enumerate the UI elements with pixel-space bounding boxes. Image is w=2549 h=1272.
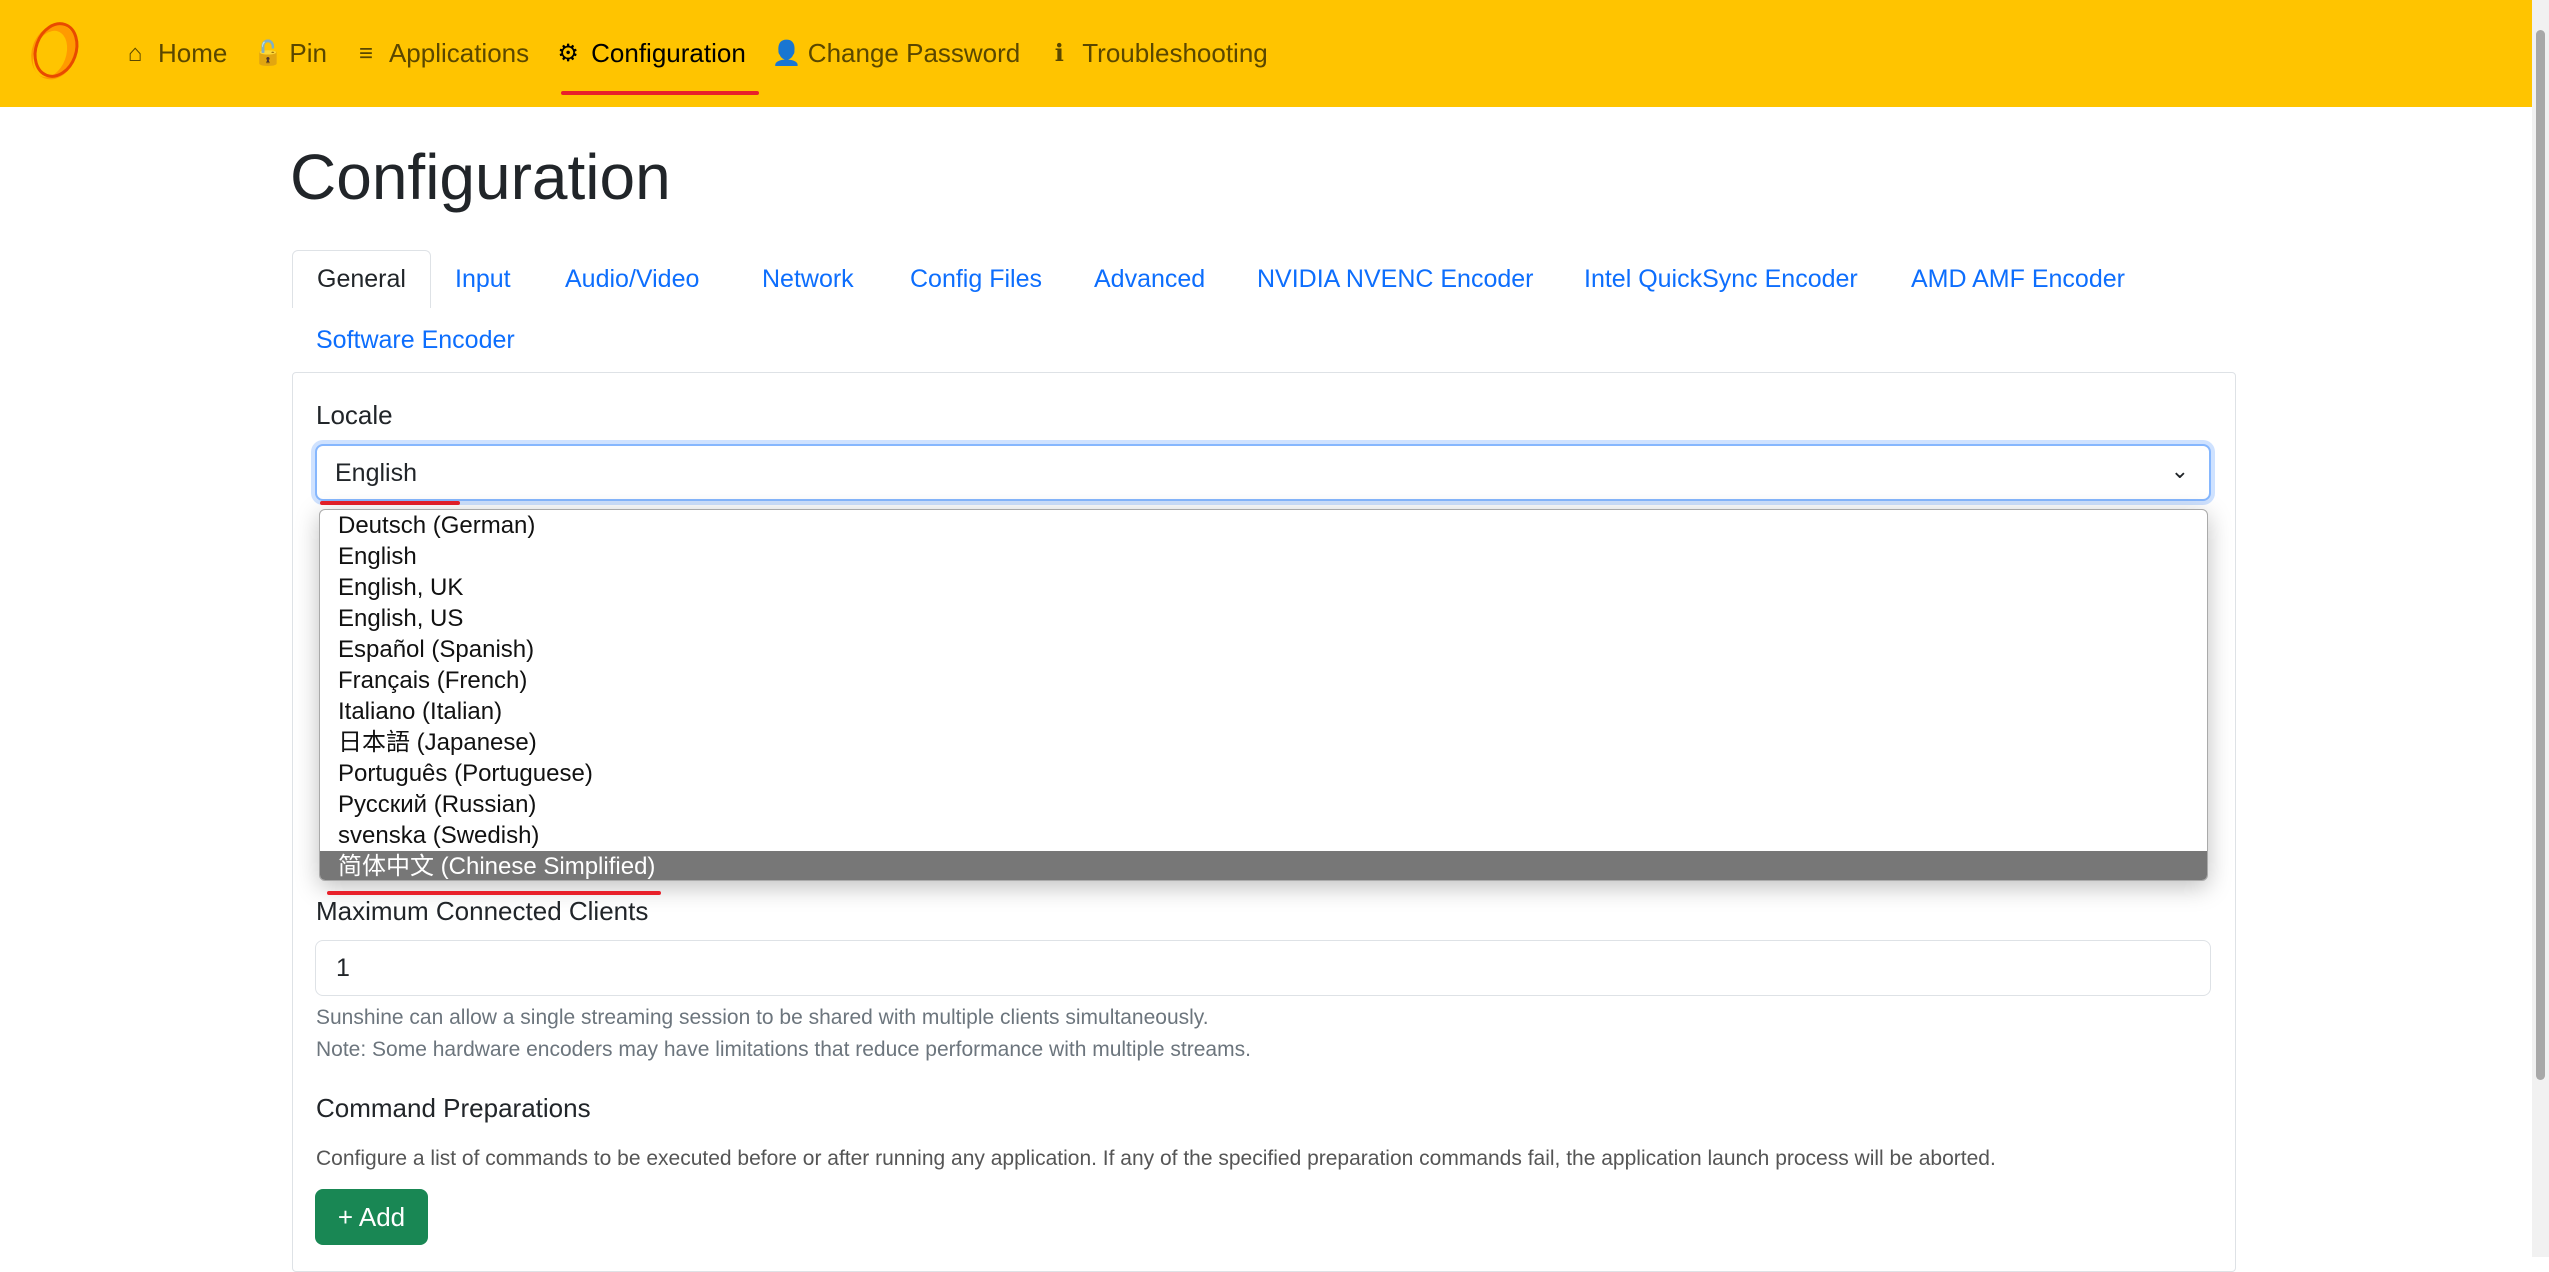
nav-configuration-label: Configuration [591, 38, 746, 68]
nav-configuration[interactable]: ⚙ Configuration [555, 38, 746, 69]
nav-troubleshooting-label: Troubleshooting [1082, 38, 1268, 68]
locale-option[interactable]: English [320, 541, 2207, 572]
locale-option-highlighted[interactable]: 简体中文 (Chinese Simplified) [320, 851, 2207, 880]
scrollbar-thumb[interactable] [2536, 30, 2545, 1080]
locale-option[interactable]: Français (French) [320, 665, 2207, 696]
tab-config-files[interactable]: Config Files [910, 265, 1042, 294]
nav-change-password-label: Change Password [807, 38, 1021, 68]
info-icon: ℹ [1054, 40, 1064, 67]
tab-software-encoder[interactable]: Software Encoder [316, 326, 515, 355]
locale-option[interactable]: svenska (Swedish) [320, 820, 2207, 851]
locale-option[interactable]: English, US [320, 603, 2207, 634]
locale-select[interactable]: English ⌄ [315, 444, 2211, 501]
locale-option[interactable]: Español (Spanish) [320, 634, 2207, 665]
page-title: Configuration [290, 141, 671, 213]
tab-input[interactable]: Input [455, 265, 511, 294]
locale-option[interactable]: Deutsch (German) [320, 510, 2207, 541]
home-icon: ⌂ [127, 39, 143, 67]
annotation-underline [561, 91, 759, 95]
locale-dropdown: Deutsch (German) English English, UK Eng… [319, 509, 2208, 881]
nav-troubleshooting[interactable]: ℹ Troubleshooting [1046, 38, 1268, 69]
top-navbar: ⌂ Home 🔓 Pin ≡ Applications ⚙ Configuration … [0, 0, 2532, 107]
nav-change-password[interactable]: 👤 Change Password [772, 38, 1020, 69]
page-scrollbar[interactable] [2532, 0, 2549, 1257]
tab-amd-amf[interactable]: AMD AMF Encoder [1911, 265, 2125, 294]
command-preparations-label: Command Preparations [316, 1093, 591, 1123]
nav-home[interactable]: ⌂ Home [122, 38, 228, 69]
sunshine-logo[interactable] [20, 20, 84, 84]
add-command-button[interactable]: + Add [315, 1189, 428, 1245]
tab-network[interactable]: Network [762, 265, 854, 294]
tab-general[interactable]: General [292, 250, 431, 308]
tab-advanced[interactable]: Advanced [1094, 265, 1205, 294]
gear-icon: ⚙ [557, 40, 579, 67]
locale-option[interactable]: Português (Portuguese) [320, 758, 2207, 789]
command-preparations-desc: Configure a list of commands to be execu… [316, 1147, 1996, 1170]
locale-option[interactable]: 日本語 (Japanese) [320, 727, 2207, 758]
max-clients-note: Note: Some hardware encoders may have li… [316, 1038, 1251, 1061]
locale-value: English [335, 459, 417, 487]
max-clients-help: Sunshine can allow a single streaming se… [316, 1006, 1209, 1029]
tab-intel-quicksync[interactable]: Intel QuickSync Encoder [1584, 265, 1858, 294]
tab-audio-video[interactable]: Audio/Video [565, 265, 699, 294]
list-icon: ≡ [358, 39, 373, 67]
nav-pin-label: Pin [289, 38, 327, 68]
annotation-underline [327, 891, 661, 895]
max-clients-input[interactable]: 1 [315, 940, 2211, 996]
unlock-icon: 🔓 [253, 40, 284, 67]
user-lock-icon: 👤 [771, 40, 802, 67]
locale-option[interactable]: Italiano (Italian) [320, 696, 2207, 727]
max-clients-label: Maximum Connected Clients [316, 896, 649, 926]
annotation-underline [320, 501, 460, 505]
locale-option[interactable]: English, UK [320, 572, 2207, 603]
chevron-down-icon: ⌄ [2170, 458, 2189, 483]
locale-label: Locale [316, 400, 393, 430]
nav-applications-label: Applications [388, 38, 530, 68]
nav-pin[interactable]: 🔓 Pin [253, 38, 327, 69]
nav-home-label: Home [158, 38, 228, 68]
tab-nvidia-nvenc[interactable]: NVIDIA NVENC Encoder [1257, 265, 1534, 294]
nav-applications[interactable]: ≡ Applications [353, 38, 529, 69]
locale-option[interactable]: Русский (Russian) [320, 789, 2207, 820]
